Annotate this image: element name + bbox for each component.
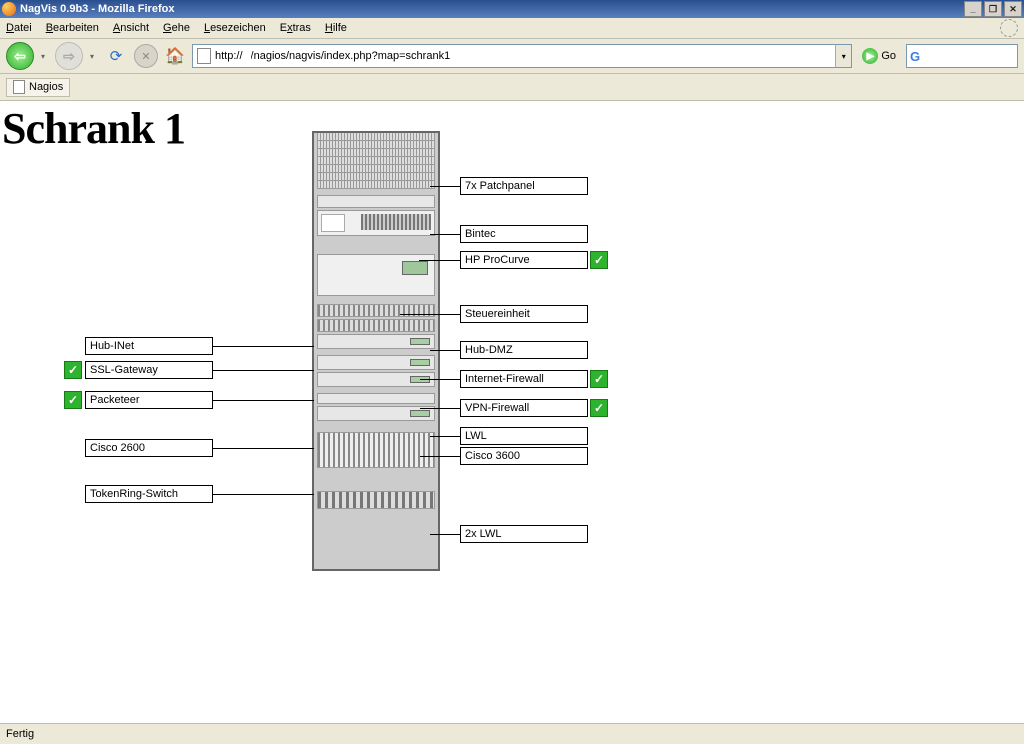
menu-ansicht[interactable]: Ansicht bbox=[113, 22, 149, 34]
google-icon: G bbox=[910, 49, 920, 64]
home-button[interactable]: 🏠 bbox=[164, 45, 186, 67]
label-packeteer[interactable]: Packeteer bbox=[85, 391, 213, 409]
label-ifirewall[interactable]: Internet-Firewall bbox=[460, 370, 588, 388]
go-icon: ▶ bbox=[862, 48, 878, 64]
label-lwl2[interactable]: 2x LWL bbox=[460, 525, 588, 543]
page-content: Schrank 1 7x Patchpanel Bintec HP ProCur… bbox=[0, 101, 1024, 731]
label-hubdmz[interactable]: Hub-DMZ bbox=[460, 341, 588, 359]
back-history-dropdown[interactable]: ▾ bbox=[41, 52, 49, 60]
page-icon bbox=[197, 48, 211, 64]
tab-bar: Nagios bbox=[0, 74, 1024, 101]
label-hubinet[interactable]: Hub-INet bbox=[85, 337, 213, 355]
forward-history-dropdown[interactable]: ▾ bbox=[90, 52, 98, 60]
minimize-button[interactable]: _ bbox=[964, 1, 982, 17]
menu-lesezeichen[interactable]: Lesezeichen bbox=[204, 22, 266, 34]
status-packeteer-ok[interactable]: ✓ bbox=[64, 391, 82, 409]
menu-extras[interactable]: Extras bbox=[280, 22, 311, 34]
restore-button[interactable]: ❐ bbox=[984, 1, 1002, 17]
label-steuereinheit[interactable]: Steuereinheit bbox=[460, 305, 588, 323]
rack-diagram bbox=[312, 131, 440, 571]
tab-page-icon bbox=[13, 80, 25, 94]
window-titlebar: NagVis 0.9b3 - Mozilla Firefox _ ❐ ✕ bbox=[0, 0, 1024, 18]
menu-bearbeiten[interactable]: Bearbeiten bbox=[46, 22, 99, 34]
close-button[interactable]: ✕ bbox=[1004, 1, 1022, 17]
nav-toolbar: ⇦ ▾ ⇨ ▾ ⟳ ✕ 🏠 http:// ▾ ▶ Go G bbox=[0, 39, 1024, 74]
label-vpnfirewall[interactable]: VPN-Firewall bbox=[460, 399, 588, 417]
label-cisco3600[interactable]: Cisco 3600 bbox=[460, 447, 588, 465]
label-tokenring[interactable]: TokenRing-Switch bbox=[85, 485, 213, 503]
page-title: Schrank 1 bbox=[2, 103, 185, 154]
go-button[interactable]: ▶ Go bbox=[862, 48, 896, 64]
window-title: NagVis 0.9b3 - Mozilla Firefox bbox=[20, 3, 174, 15]
label-bintec[interactable]: Bintec bbox=[460, 225, 588, 243]
status-bar: Fertig bbox=[0, 723, 1024, 744]
menu-bar: Datei Bearbeiten Ansicht Gehe Lesezeiche… bbox=[0, 18, 1024, 39]
firefox-icon bbox=[2, 2, 16, 16]
label-patchpanel[interactable]: 7x Patchpanel bbox=[460, 177, 588, 195]
url-scheme: http:// bbox=[215, 50, 243, 62]
reload-button[interactable]: ⟳ bbox=[104, 44, 128, 68]
status-hpprocurve-ok[interactable]: ✓ bbox=[590, 251, 608, 269]
status-sslgw-ok[interactable]: ✓ bbox=[64, 361, 82, 379]
url-input[interactable] bbox=[249, 49, 836, 63]
menu-hilfe[interactable]: Hilfe bbox=[325, 22, 347, 34]
url-dropdown[interactable]: ▾ bbox=[835, 45, 851, 67]
status-ifirewall-ok[interactable]: ✓ bbox=[590, 370, 608, 388]
status-vpnfirewall-ok[interactable]: ✓ bbox=[590, 399, 608, 417]
menu-gehe[interactable]: Gehe bbox=[163, 22, 190, 34]
status-text: Fertig bbox=[6, 728, 34, 740]
label-sslgw[interactable]: SSL-Gateway bbox=[85, 361, 213, 379]
throbber-icon bbox=[1000, 19, 1018, 37]
url-bar[interactable]: http:// ▾ bbox=[192, 44, 852, 68]
forward-button[interactable]: ⇨ bbox=[55, 42, 83, 70]
label-cisco2600[interactable]: Cisco 2600 bbox=[85, 439, 213, 457]
go-label: Go bbox=[881, 50, 896, 62]
back-button[interactable]: ⇦ bbox=[6, 42, 34, 70]
stop-button[interactable]: ✕ bbox=[134, 44, 158, 68]
search-box[interactable]: G bbox=[906, 44, 1018, 68]
menu-datei[interactable]: Datei bbox=[6, 22, 32, 34]
tab-label: Nagios bbox=[29, 81, 63, 93]
label-hpprocurve[interactable]: HP ProCurve bbox=[460, 251, 588, 269]
tab-nagios[interactable]: Nagios bbox=[6, 78, 70, 97]
label-lwl[interactable]: LWL bbox=[460, 427, 588, 445]
